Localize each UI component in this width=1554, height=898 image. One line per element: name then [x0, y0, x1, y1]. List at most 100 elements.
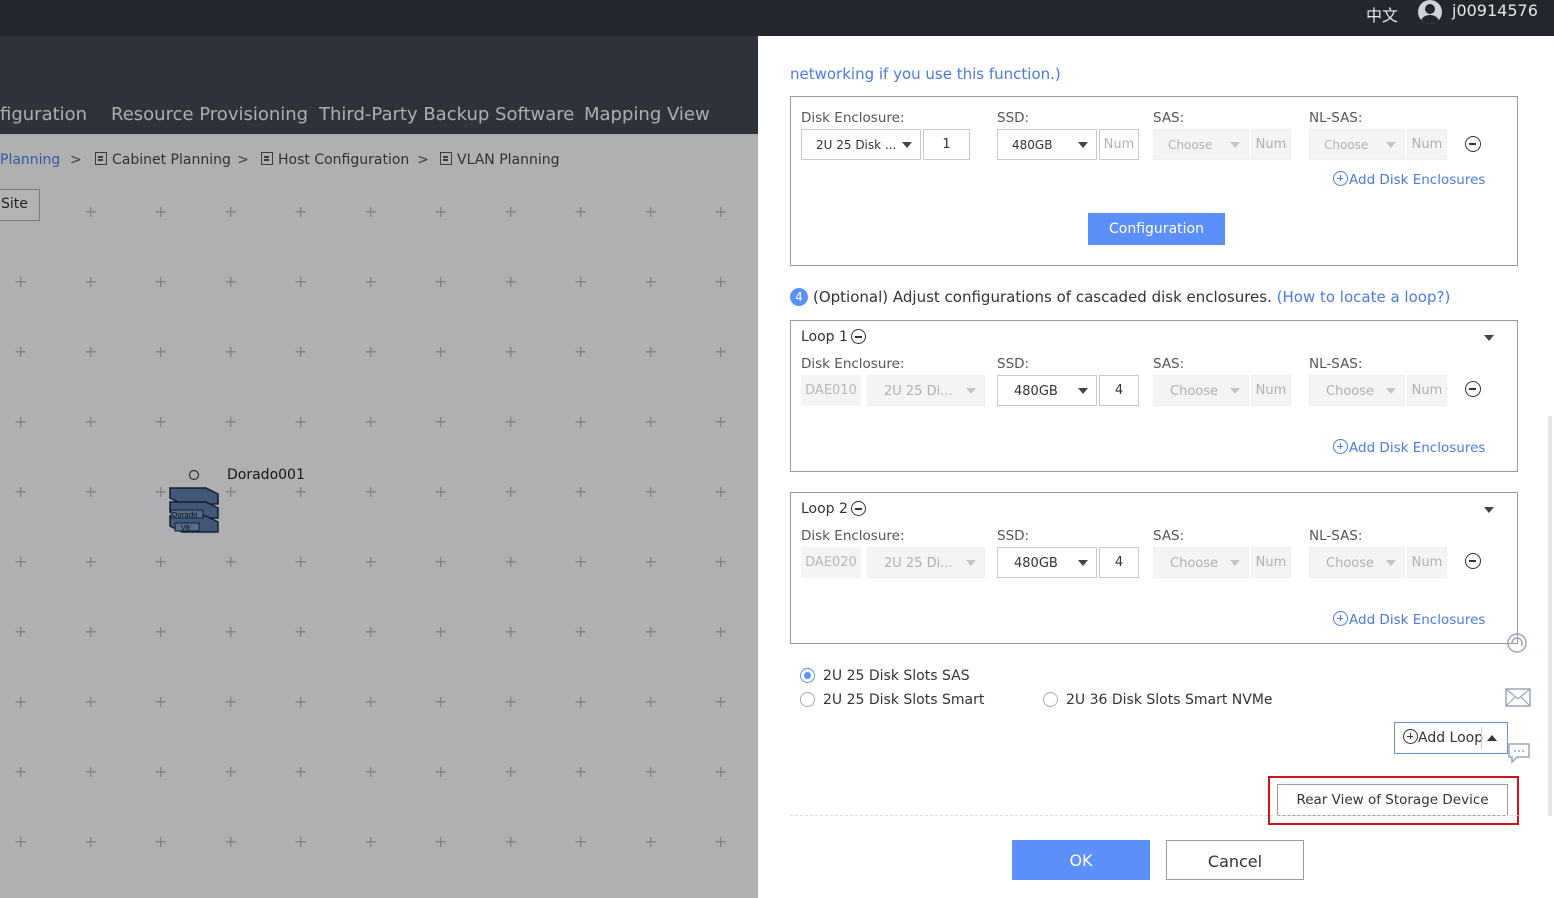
sas-label: SAS: [1153, 356, 1185, 372]
cancel-button[interactable]: Cancel [1166, 840, 1304, 880]
disk-enclosure-config-box: Disk Enclosure: SSD: SAS: NL-SAS: 2U 25 … [790, 96, 1518, 266]
loop-sas-num-input[interactable]: Num [1251, 375, 1291, 406]
loop-1-title: Loop 1 [801, 329, 866, 345]
select-value: Choose [1326, 556, 1374, 571]
sas-label: SAS: [1153, 528, 1185, 544]
scrollbar[interactable] [1548, 416, 1552, 816]
remove-row-icon[interactable] [1465, 136, 1481, 152]
remove-row-icon[interactable] [1465, 553, 1481, 569]
radio-2u25-sas[interactable]: 2U 25 Disk Slots SAS [800, 668, 970, 684]
radio-2u36-nvme[interactable]: 2U 36 Disk Slots Smart NVMe [1043, 692, 1273, 708]
sas-select[interactable]: Choose [1153, 129, 1249, 160]
chevron-down-icon [1386, 560, 1396, 566]
chevron-down-icon [1386, 388, 1396, 394]
add-disk-enclosures-link[interactable]: Add Disk Enclosures [1333, 439, 1485, 456]
link-label: Add Disk Enclosures [1349, 440, 1486, 456]
how-to-locate-loop-link[interactable]: (How to locate a loop?) [1277, 288, 1451, 306]
step-number-badge: 4 [790, 288, 808, 306]
sas-num-input[interactable]: Num [1251, 129, 1291, 160]
dae-id: DAE020 [801, 547, 861, 578]
ssd-label: SSD: [997, 356, 1030, 372]
divider [1481, 727, 1482, 749]
disk-enclosure-label: Disk Enclosure: [801, 356, 905, 372]
nl-sas-label: NL-SAS: [1309, 356, 1363, 372]
loop-nlsas-num-input[interactable]: Num [1407, 547, 1447, 578]
ssd-label: SSD: [997, 528, 1030, 544]
nl-sas-label: NL-SAS: [1309, 110, 1363, 126]
loop-ssd-count-input[interactable]: 4 [1099, 547, 1139, 578]
select-value: Choose [1324, 138, 1369, 152]
chevron-down-icon [1230, 388, 1240, 394]
add-circle-icon [1403, 729, 1418, 744]
select-value: 2U 25 Disk ... [816, 138, 897, 152]
loop-nlsas-select[interactable]: Choose [1309, 375, 1405, 406]
enclosure-count-input[interactable]: 1 [923, 129, 970, 160]
add-loop-label: Add Loop [1418, 730, 1484, 746]
chevron-down-icon [902, 142, 912, 148]
collapse-loop-icon[interactable] [1484, 507, 1494, 513]
radio-label: 2U 36 Disk Slots Smart NVMe [1066, 692, 1273, 708]
add-loop-button[interactable]: Add Loop [1394, 722, 1508, 754]
add-circle-icon [1333, 611, 1348, 626]
loop-sas-select[interactable]: Choose [1153, 375, 1249, 406]
loop-title-label: Loop 2 [801, 501, 848, 517]
select-value: 480GB [1014, 384, 1058, 399]
loop-enclosure-select[interactable]: 2U 25 Di... [867, 375, 985, 406]
language-switch[interactable]: 中文 [1366, 2, 1398, 26]
chat-icon[interactable] [1507, 742, 1531, 764]
select-value: 480GB [1014, 556, 1058, 571]
disk-config-dialog: networking if you use this function.) Di… [758, 36, 1554, 898]
collapse-loop-icon[interactable] [1484, 335, 1494, 341]
modal-overlay[interactable] [0, 36, 758, 898]
loop-ssd-count-input[interactable]: 4 [1099, 375, 1139, 406]
loop-1-box: Loop 1 Disk Enclosure: SSD: SAS: NL-SAS:… [790, 320, 1518, 472]
mail-icon[interactable] [1505, 688, 1531, 708]
dae-id: DAE010 [801, 375, 861, 406]
step-4-heading: 4 (Optional) Adjust configurations of cas… [790, 288, 1450, 306]
select-value: Choose [1170, 384, 1218, 399]
select-value: Choose [1326, 384, 1374, 399]
enclosure-type-select[interactable]: 2U 25 Disk ... [801, 129, 921, 160]
chevron-down-icon [1078, 560, 1088, 566]
chevron-down-icon [1386, 142, 1396, 148]
add-disk-enclosures-link[interactable]: Add Disk Enclosures [1333, 171, 1485, 188]
headset-icon[interactable] [1504, 630, 1530, 656]
remove-loop-icon[interactable] [850, 329, 866, 344]
select-value: 2U 25 Di... [884, 384, 953, 399]
configuration-button[interactable]: Configuration [1088, 213, 1225, 245]
select-value: 480GB [1012, 138, 1053, 152]
chevron-down-icon [1078, 142, 1088, 148]
loop-enclosure-select[interactable]: 2U 25 Di... [867, 547, 985, 578]
nlsas-select[interactable]: Choose [1309, 129, 1405, 160]
loop-title-label: Loop 1 [801, 329, 848, 345]
ssd-num-input[interactable]: Num [1099, 129, 1139, 160]
radio-2u25-smart[interactable]: 2U 25 Disk Slots Smart [800, 692, 984, 708]
link-label: Add Disk Enclosures [1349, 172, 1486, 188]
loop-sas-select[interactable]: Choose [1153, 547, 1249, 578]
ssd-select[interactable]: 480GB [997, 129, 1097, 160]
select-value: 2U 25 Di... [884, 556, 953, 571]
loop-nlsas-num-input[interactable]: Num [1407, 375, 1447, 406]
loop-ssd-select[interactable]: 480GB [997, 547, 1097, 578]
remove-row-icon[interactable] [1465, 381, 1481, 397]
add-disk-enclosures-link[interactable]: Add Disk Enclosures [1333, 611, 1485, 628]
chevron-down-icon [966, 388, 976, 394]
loop-sas-num-input[interactable]: Num [1251, 547, 1291, 578]
username[interactable]: j00914576 [1452, 1, 1538, 20]
select-value: Choose [1170, 556, 1218, 571]
chevron-up-icon[interactable] [1487, 735, 1497, 741]
loop-ssd-select[interactable]: 480GB [997, 375, 1097, 406]
nlsas-num-input[interactable]: Num [1407, 129, 1447, 160]
disk-enclosure-label: Disk Enclosure: [801, 528, 905, 544]
loop-2-title: Loop 2 [801, 501, 866, 517]
add-circle-icon [1333, 439, 1348, 454]
loop-nlsas-select[interactable]: Choose [1309, 547, 1405, 578]
user-avatar-icon[interactable] [1418, 0, 1442, 24]
chevron-down-icon [1078, 388, 1088, 394]
remove-loop-icon[interactable] [850, 501, 866, 516]
add-circle-icon [1333, 171, 1348, 186]
highlight-box [1268, 776, 1519, 825]
chevron-down-icon [1230, 142, 1240, 148]
sas-label: SAS: [1153, 110, 1185, 126]
ok-button[interactable]: OK [1012, 840, 1150, 880]
